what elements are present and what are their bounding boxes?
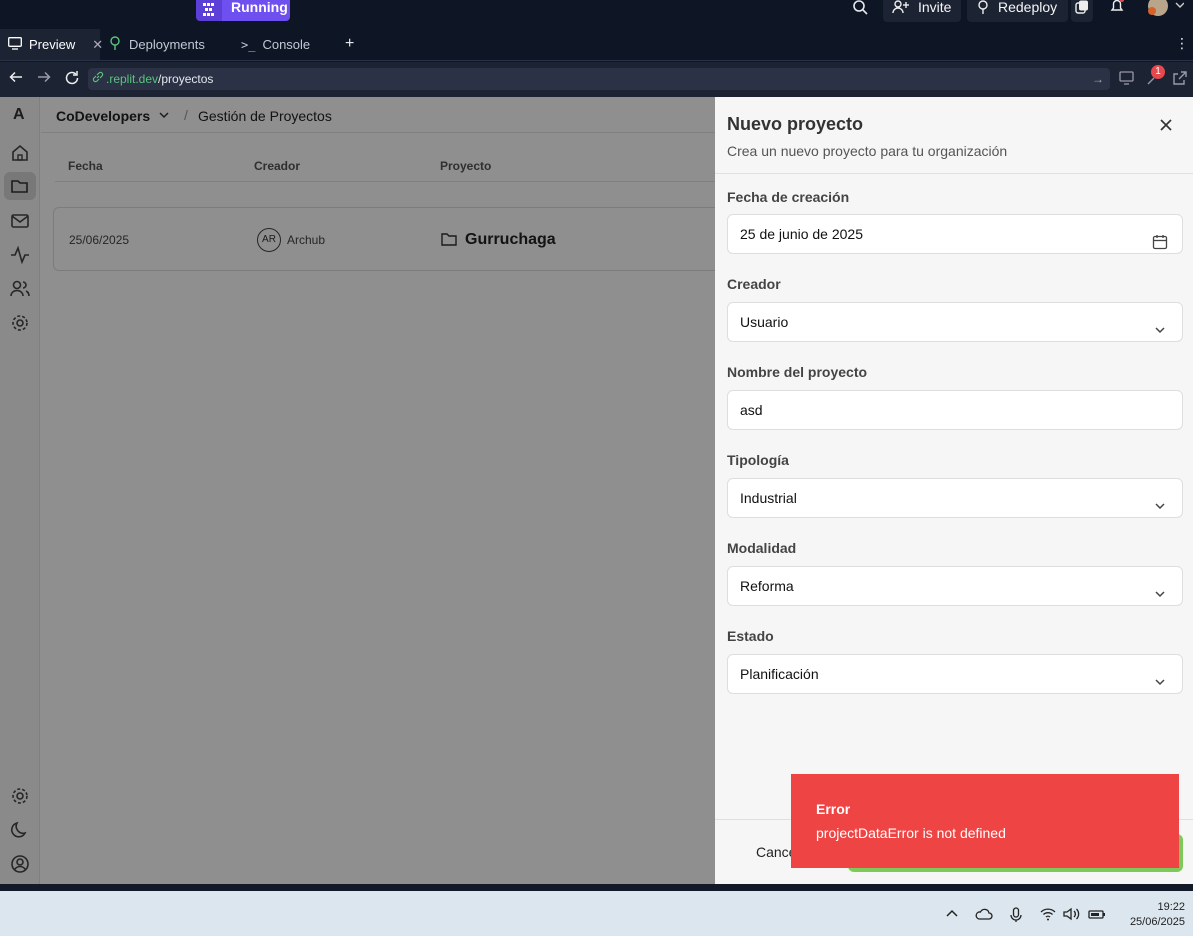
deploy-icon (976, 0, 990, 16)
tab-label: Preview (29, 37, 76, 52)
wifi-icon[interactable] (1040, 907, 1056, 926)
replit-top-bar: Running Invite Redeploy (0, 0, 1193, 29)
terminal-icon: >_ (241, 37, 256, 52)
error-toast[interactable]: Error projectDataError is not defined (791, 774, 1179, 868)
chevron-down-icon (1152, 314, 1168, 334)
link-icon (92, 68, 104, 90)
tipologia-label: Tipología (727, 452, 789, 468)
avatar[interactable] (1146, 0, 1185, 22)
deploy-icon (108, 36, 122, 53)
tab-label: Deployments (129, 37, 205, 52)
chevron-down-icon (1152, 578, 1168, 598)
copy-icon (1075, 0, 1089, 16)
monitor-icon (8, 36, 22, 53)
replit-logo-icon[interactable] (196, 0, 222, 21)
fecha-field[interactable]: 25 de junio de 2025 (727, 214, 1183, 254)
calendar-icon (1152, 226, 1168, 250)
taskbar-edge (0, 884, 1193, 891)
tab-bar: Preview ✕ Deployments >_ Console + ⋮ (0, 29, 1193, 61)
estado-value: Planificación (740, 666, 819, 682)
clock-time: 19:22 (1157, 901, 1185, 913)
url-host: .replit.dev (106, 72, 159, 86)
search-icon[interactable] (852, 0, 868, 18)
reload-icon[interactable] (64, 70, 80, 89)
copy-button[interactable] (1071, 0, 1093, 22)
url-input[interactable]: .replit.dev/proyectos → (88, 68, 1110, 90)
run-button[interactable]: Running (222, 0, 290, 21)
app-preview: A CoDevelopers / Gestión de Proyectos Fe… (0, 97, 1193, 884)
redeploy-label: Redeploy (998, 0, 1058, 15)
tab-console[interactable]: >_ Console (233, 29, 335, 60)
chevron-down-icon (1152, 666, 1168, 686)
nombre-value: asd (740, 402, 763, 418)
system-clock[interactable]: 19:22 25/06/2025 (1130, 900, 1185, 930)
close-icon[interactable] (1156, 115, 1176, 135)
toast-message: projectDataError is not defined (816, 825, 1006, 841)
go-icon[interactable]: → (1092, 68, 1104, 90)
modalidad-value: Reforma (740, 578, 794, 594)
microphone-icon[interactable] (1010, 907, 1022, 928)
add-user-icon (892, 0, 910, 16)
clock-date: 25/06/2025 (1129, 916, 1185, 928)
notification-badge: 1 (1151, 65, 1165, 79)
toast-title: Error (816, 801, 851, 817)
modalidad-select[interactable]: Reforma (727, 566, 1183, 606)
external-link-icon[interactable] (1172, 71, 1187, 89)
back-icon[interactable] (9, 70, 23, 87)
sheet-subtitle: Crea un nuevo proyecto para tu organizac… (727, 143, 1008, 159)
forward-icon[interactable] (37, 70, 51, 87)
fecha-label: Fecha de creación (727, 189, 850, 205)
sheet-title: Nuevo proyecto (727, 114, 864, 134)
battery-icon[interactable] (1088, 907, 1106, 926)
tipologia-select[interactable]: Industrial (727, 478, 1183, 518)
sheet-divider (715, 173, 1193, 174)
fecha-value: 25 de junio de 2025 (740, 226, 863, 242)
cloud-icon[interactable] (975, 907, 993, 926)
estado-label: Estado (727, 628, 774, 644)
estado-select[interactable]: Planificación (727, 654, 1183, 694)
creador-label: Creador (727, 276, 781, 292)
chevron-up-icon[interactable] (945, 907, 959, 926)
creador-value: Usuario (740, 314, 789, 330)
tab-label: Console (262, 37, 311, 52)
bell-icon[interactable] (1109, 0, 1125, 17)
redeploy-button[interactable]: Redeploy (967, 0, 1068, 22)
add-tab-icon[interactable]: + (345, 35, 354, 53)
devices-icon[interactable] (1119, 71, 1135, 88)
nombre-input[interactable]: asd (727, 390, 1183, 430)
url-path: /proyectos (158, 72, 214, 86)
invite-label: Invite (918, 0, 952, 15)
more-icon[interactable]: ⋮ (1175, 35, 1189, 52)
url-bar: .replit.dev/proyectos → (0, 62, 1193, 97)
nombre-label: Nombre del proyecto (727, 364, 868, 380)
volume-icon[interactable] (1063, 907, 1081, 926)
modalidad-label: Modalidad (727, 540, 797, 556)
creador-select[interactable]: Usuario (727, 302, 1183, 342)
tipologia-value: Industrial (740, 490, 797, 506)
tab-deployments[interactable]: Deployments (100, 29, 233, 60)
chevron-down-icon (1152, 490, 1168, 510)
tab-preview[interactable]: Preview ✕ (0, 29, 103, 60)
invite-button[interactable]: Invite (883, 0, 961, 22)
modal-overlay[interactable] (0, 97, 715, 884)
new-project-sheet: Nuevo proyecto Crea un nuevo proyecto pa… (715, 97, 1193, 884)
